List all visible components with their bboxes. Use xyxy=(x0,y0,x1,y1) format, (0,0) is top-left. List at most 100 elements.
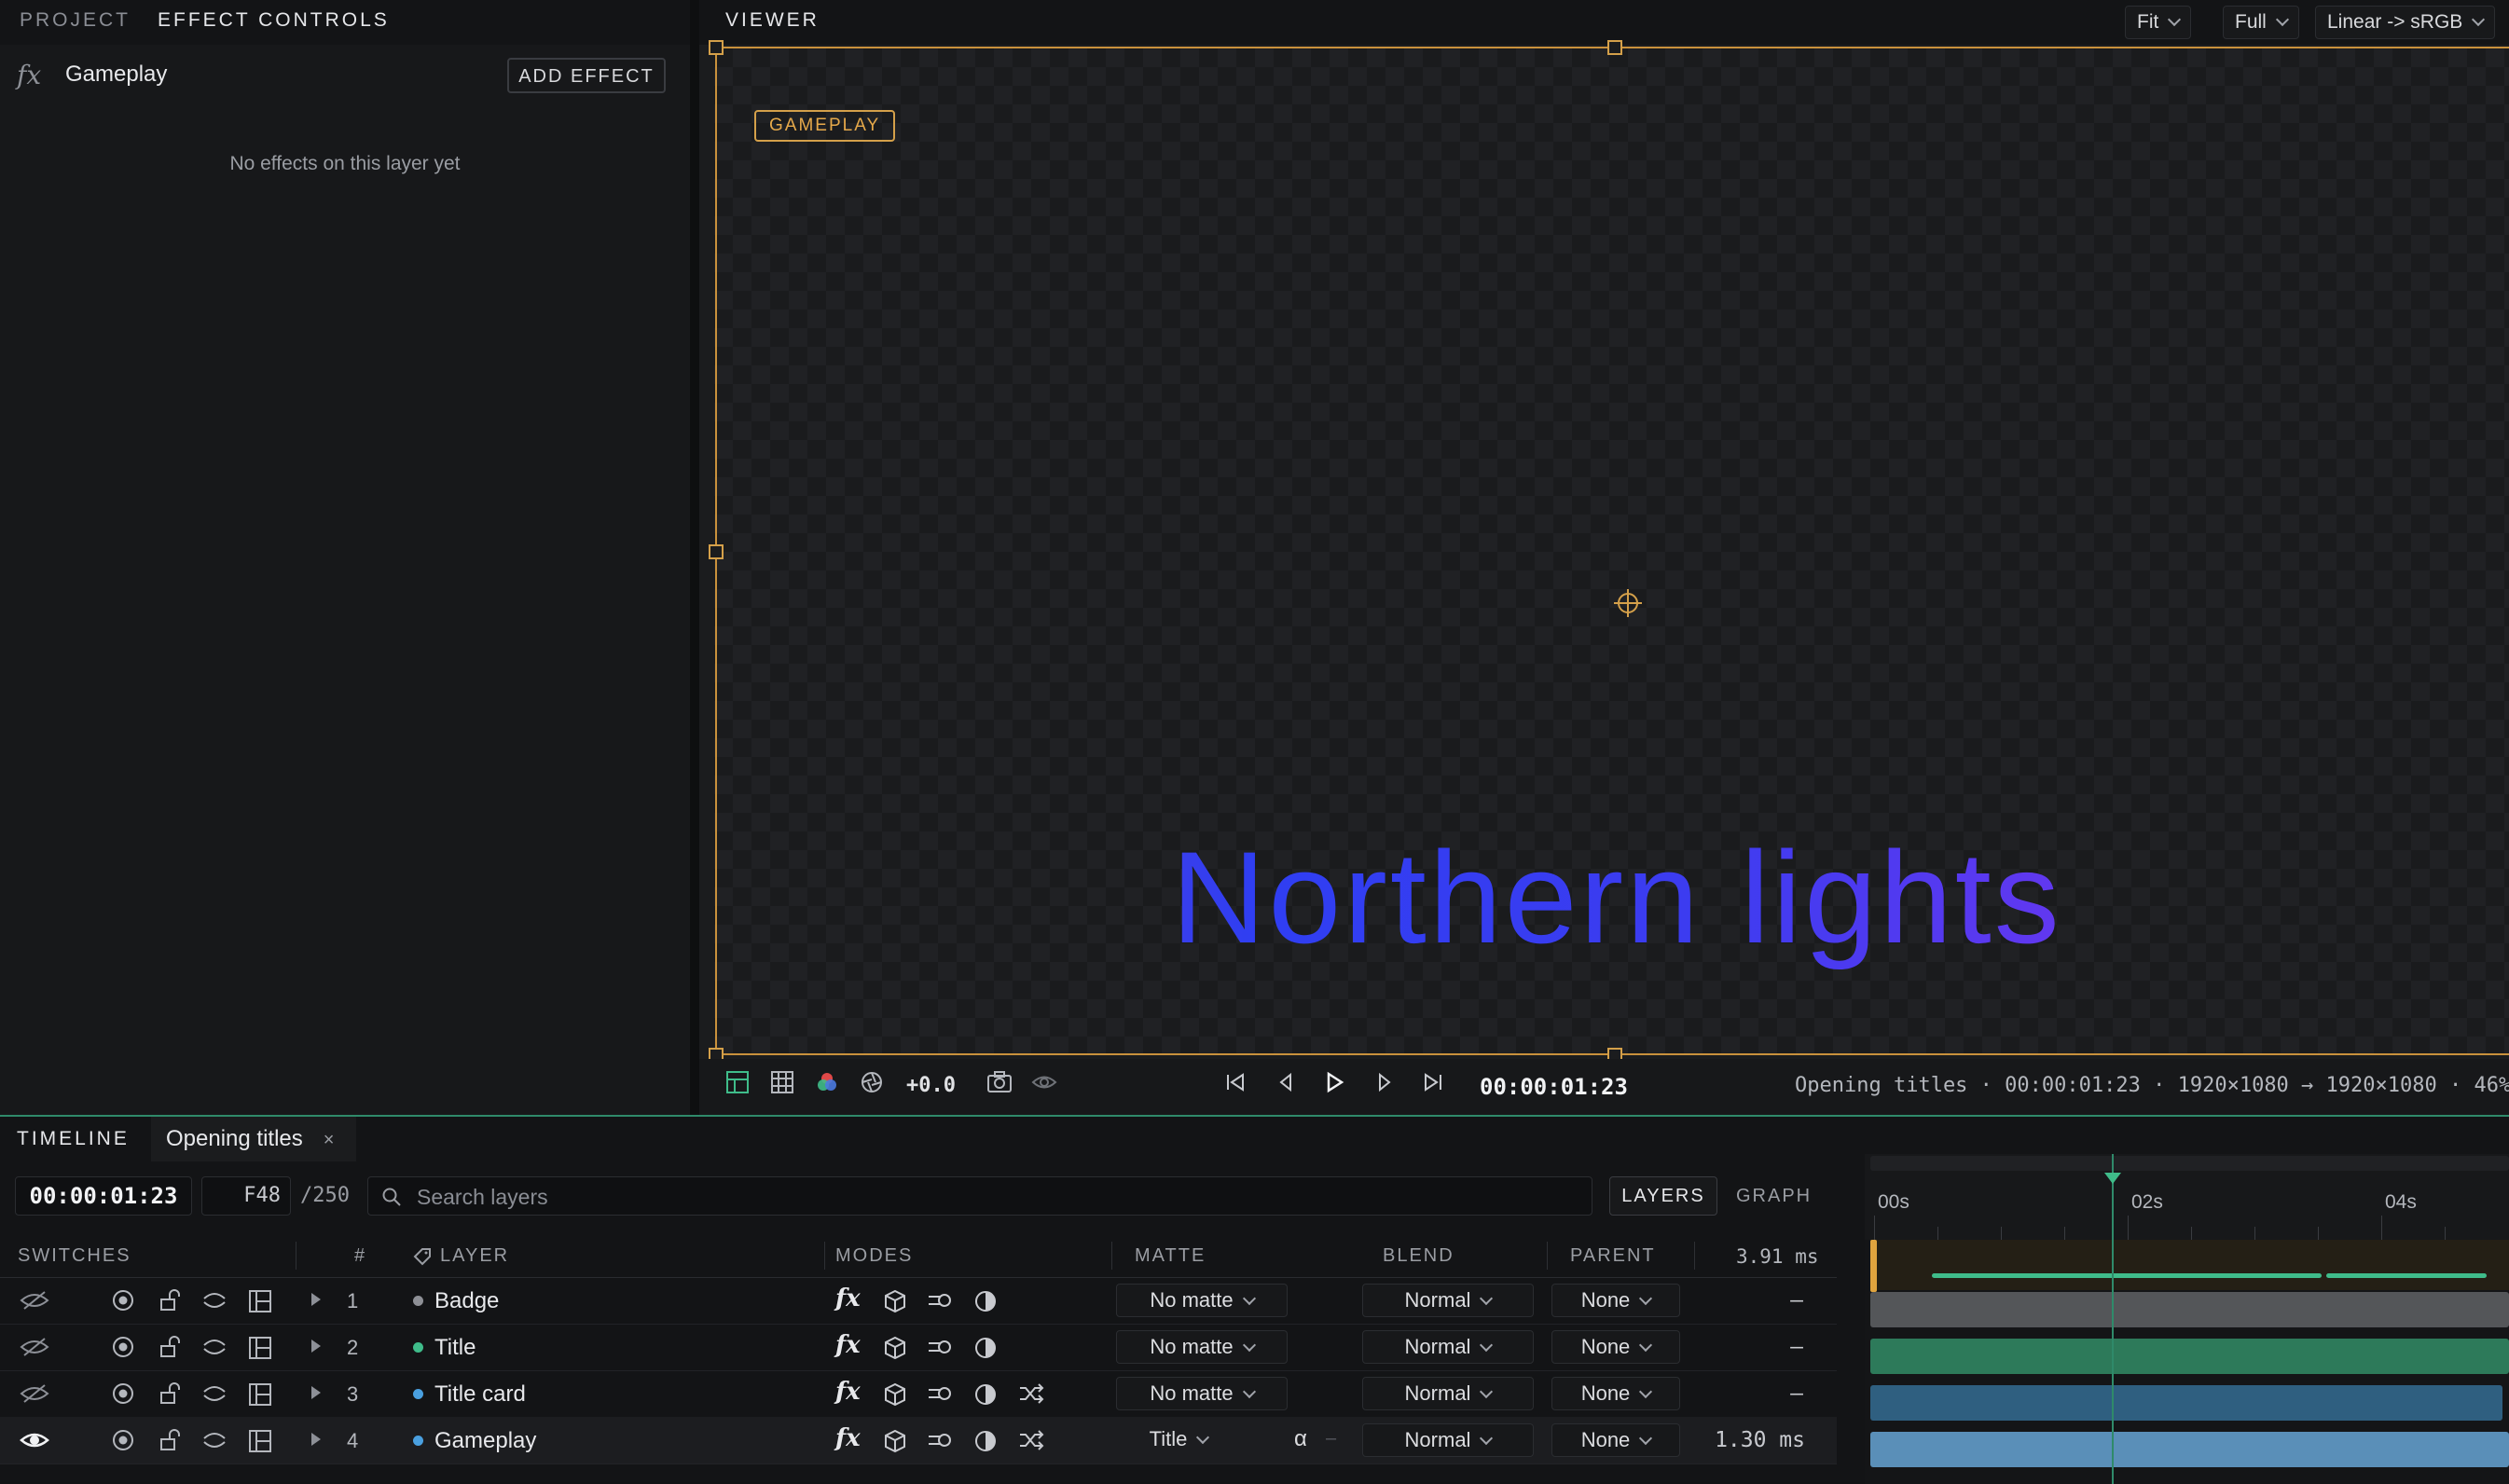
column-divider[interactable] xyxy=(1111,1242,1112,1270)
blend-select[interactable]: Normal xyxy=(1362,1284,1534,1317)
collapse-icon[interactable] xyxy=(248,1289,272,1313)
color-transform-select[interactable]: Linear -> sRGB xyxy=(2315,6,2496,39)
layer-bounding-box[interactable]: GAMEPLAY Northern lights xyxy=(709,40,2509,1063)
timeline-tracks[interactable]: 00s 02s 04s xyxy=(1865,1154,2509,1484)
layer-bar-title-card[interactable] xyxy=(1870,1385,2502,1421)
matte-mode-alpha[interactable]: α xyxy=(1294,1426,1307,1452)
fx-switch-icon[interactable]: fx xyxy=(835,1378,861,1406)
layer-search[interactable] xyxy=(367,1176,1592,1216)
fx-switch-icon[interactable]: fx xyxy=(835,1424,861,1452)
resolution-select[interactable]: Full xyxy=(2223,6,2299,39)
search-input[interactable] xyxy=(415,1177,1584,1216)
graph-view-button[interactable]: GRAPH xyxy=(1736,1186,1812,1207)
shy-icon[interactable] xyxy=(201,1336,227,1358)
layer-name[interactable]: Gameplay xyxy=(434,1428,536,1454)
parent-select[interactable]: None xyxy=(1551,1284,1680,1317)
layers-view-button[interactable]: LAYERS xyxy=(1609,1176,1717,1216)
show-snapshot-eye-icon[interactable] xyxy=(1031,1070,1057,1094)
lock-icon[interactable] xyxy=(159,1382,181,1405)
fx-switch-icon[interactable]: fx xyxy=(835,1331,861,1359)
matte-select[interactable]: No matte xyxy=(1116,1284,1288,1317)
layer-color-label[interactable] xyxy=(413,1436,423,1446)
3d-cube-icon[interactable] xyxy=(883,1429,907,1453)
motion-blur-icon[interactable] xyxy=(927,1429,953,1451)
adjustment-layer-icon[interactable] xyxy=(973,1382,998,1407)
panel-divider[interactable] xyxy=(690,0,699,1115)
grid-icon[interactable] xyxy=(770,1070,794,1094)
blend-select[interactable]: Normal xyxy=(1362,1423,1534,1457)
expand-triangle-icon[interactable] xyxy=(311,1386,321,1399)
shuffle-icon[interactable] xyxy=(1018,1429,1044,1451)
motion-blur-icon[interactable] xyxy=(927,1382,953,1405)
layer-row[interactable]: 1 Badge fx No matte Normal None – xyxy=(0,1277,1837,1325)
collapse-icon[interactable] xyxy=(248,1429,272,1453)
channels-icon[interactable] xyxy=(815,1070,839,1094)
parent-select[interactable]: None xyxy=(1551,1423,1680,1457)
layer-color-label[interactable] xyxy=(413,1342,423,1353)
parent-select[interactable]: None xyxy=(1551,1377,1680,1410)
time-ruler[interactable]: 00s 02s 04s xyxy=(1865,1154,2509,1240)
close-icon[interactable]: × xyxy=(324,1130,335,1150)
tab-project[interactable]: PROJECT xyxy=(20,9,131,32)
layer-row[interactable]: 2 Title fx No matte Normal None – xyxy=(0,1324,1837,1371)
collapse-icon[interactable] xyxy=(248,1382,272,1407)
eye-hidden-icon[interactable] xyxy=(19,1289,50,1312)
zoom-select[interactable]: Fit xyxy=(2125,6,2192,39)
motion-blur-icon[interactable] xyxy=(927,1289,953,1312)
lock-icon[interactable] xyxy=(159,1336,181,1358)
shy-icon[interactable] xyxy=(201,1382,227,1405)
aperture-icon[interactable] xyxy=(860,1070,884,1094)
3d-cube-icon[interactable] xyxy=(883,1336,907,1360)
eye-hidden-icon[interactable] xyxy=(19,1382,50,1405)
solo-icon[interactable] xyxy=(112,1336,134,1358)
lock-icon[interactable] xyxy=(159,1289,181,1312)
column-divider[interactable] xyxy=(824,1242,825,1270)
transform-handle[interactable] xyxy=(709,544,724,559)
adjustment-layer-icon[interactable] xyxy=(973,1429,998,1453)
eye-hidden-icon[interactable] xyxy=(19,1336,50,1358)
solo-icon[interactable] xyxy=(112,1429,134,1451)
layer-row[interactable]: 4 Gameplay fx Title α – Normal None 1.30 ms xyxy=(0,1417,1837,1464)
layer-bar-gameplay[interactable] xyxy=(1870,1432,2509,1467)
3d-cube-icon[interactable] xyxy=(883,1382,907,1407)
blend-select[interactable]: Normal xyxy=(1362,1330,1534,1364)
expand-triangle-icon[interactable] xyxy=(311,1293,321,1306)
current-frame-field[interactable]: F48 xyxy=(201,1176,291,1216)
3d-cube-icon[interactable] xyxy=(883,1289,907,1313)
transform-handle[interactable] xyxy=(709,40,724,55)
collapse-icon[interactable] xyxy=(248,1336,272,1360)
next-frame-icon[interactable] xyxy=(1372,1070,1397,1094)
work-area-start-handle[interactable] xyxy=(1870,1240,1877,1292)
exposure-value[interactable]: +0.0 xyxy=(906,1074,956,1097)
safe-area-icon[interactable] xyxy=(725,1070,750,1094)
tab-timeline[interactable]: TIMELINE xyxy=(17,1128,130,1150)
adjustment-layer-icon[interactable] xyxy=(973,1289,998,1313)
shy-icon[interactable] xyxy=(201,1429,227,1451)
layer-bar-title[interactable] xyxy=(1870,1339,2509,1374)
tab-effect-controls[interactable]: EFFECT CONTROLS xyxy=(158,9,390,32)
adjustment-layer-icon[interactable] xyxy=(973,1336,998,1360)
matte-select[interactable]: No matte xyxy=(1116,1377,1288,1410)
layer-name[interactable]: Badge xyxy=(434,1288,499,1314)
column-divider[interactable] xyxy=(1547,1242,1548,1270)
layer-bar-badge[interactable] xyxy=(1870,1292,2509,1327)
work-area-bar[interactable] xyxy=(1870,1240,2509,1290)
playhead-handle[interactable] xyxy=(2104,1173,2121,1184)
lock-icon[interactable] xyxy=(159,1429,181,1451)
layer-row[interactable]: 3 Title card fx No matte Normal None – xyxy=(0,1370,1837,1418)
go-to-end-icon[interactable] xyxy=(1421,1070,1445,1094)
column-divider[interactable] xyxy=(1694,1242,1695,1270)
time-navigator[interactable] xyxy=(1870,1156,2509,1171)
add-effect-button[interactable]: ADD EFFECT xyxy=(507,58,666,93)
go-to-start-icon[interactable] xyxy=(1223,1070,1248,1094)
snapshot-camera-icon[interactable] xyxy=(986,1070,1013,1094)
solo-icon[interactable] xyxy=(112,1289,134,1312)
motion-blur-icon[interactable] xyxy=(927,1336,953,1358)
solo-icon[interactable] xyxy=(112,1382,134,1405)
tab-composition[interactable]: Opening titles × xyxy=(151,1117,357,1161)
transform-handle[interactable] xyxy=(1607,40,1622,55)
matte-select[interactable]: Title xyxy=(1121,1423,1236,1457)
current-time-field[interactable]: 00:00:01:23 xyxy=(15,1176,192,1216)
expand-triangle-icon[interactable] xyxy=(311,1433,321,1446)
layer-name[interactable]: Title card xyxy=(434,1381,526,1408)
